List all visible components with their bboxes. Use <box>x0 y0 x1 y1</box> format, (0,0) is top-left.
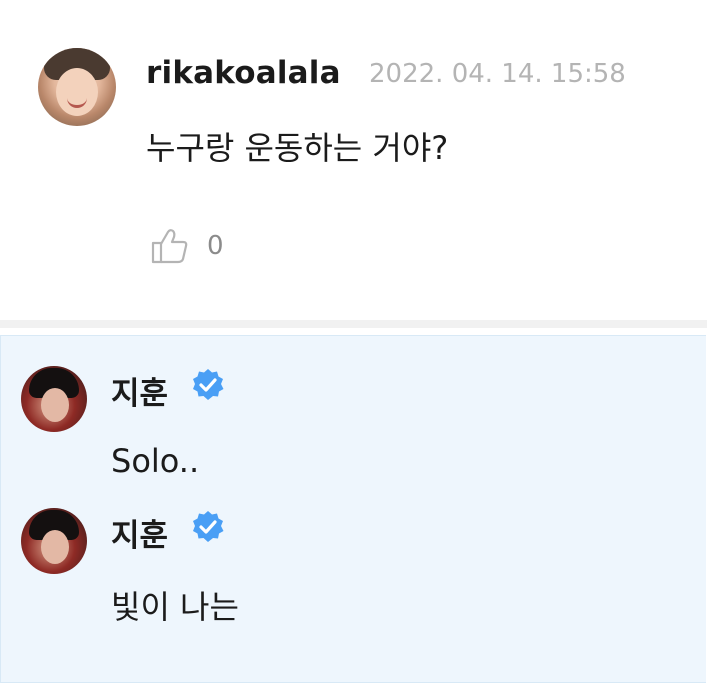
comment-username[interactable]: rikakoalala <box>146 55 341 91</box>
like-count: 0 <box>207 231 224 261</box>
fan-comment: rikakoalala 2022. 04. 14. 15:58 누구랑 운동하는… <box>0 0 707 320</box>
artist-avatar[interactable] <box>21 508 87 574</box>
reply-text: Solo.. <box>111 442 200 480</box>
verified-badge-icon <box>193 369 224 400</box>
verified-badge-icon <box>193 511 224 542</box>
reply-author-name[interactable]: 지훈 <box>111 510 168 555</box>
comment-text: 누구랑 운동하는 거야? <box>146 129 449 167</box>
section-divider <box>0 320 707 328</box>
reply-author-name[interactable]: 지훈 <box>111 368 168 413</box>
avatar-face <box>56 68 98 116</box>
avatar-face <box>41 530 69 564</box>
artist-avatar[interactable] <box>21 366 87 432</box>
like-button[interactable] <box>150 226 190 266</box>
fan-avatar[interactable] <box>38 48 116 126</box>
reply-text: 빛이 나는 <box>111 588 239 626</box>
artist-replies: 지훈 Solo.. 지훈 빛이 나는 <box>0 335 706 683</box>
comment-timestamp: 2022. 04. 14. 15:58 <box>369 59 626 89</box>
avatar-face <box>41 388 69 422</box>
thumbs-up-icon <box>151 229 188 264</box>
